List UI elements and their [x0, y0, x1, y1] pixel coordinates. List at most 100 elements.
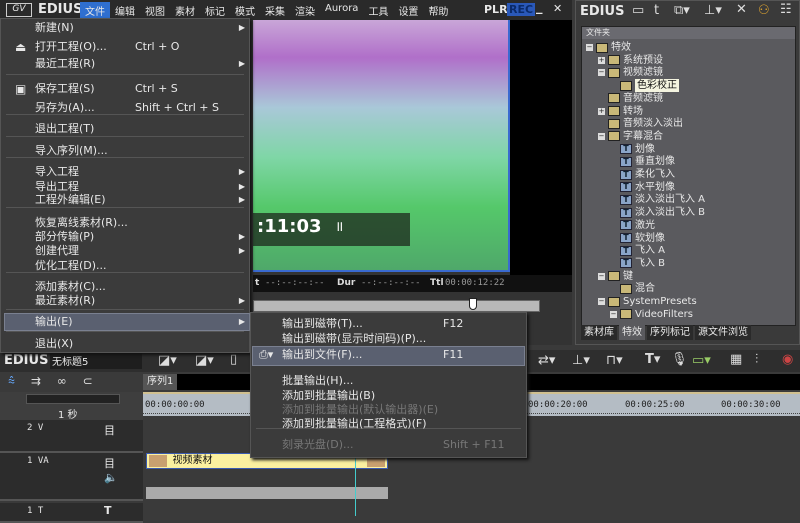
track-header-2v[interactable]: 2 V 目	[0, 420, 143, 453]
tree-item[interactable]: T 划像	[610, 143, 655, 156]
collapse-icon[interactable]: −	[610, 310, 617, 318]
minimize-button[interactable]: _	[536, 0, 543, 15]
file-menu-item[interactable]: 创建代理 ▶	[35, 243, 249, 259]
tree-item[interactable]: − 视频滤镜	[598, 66, 663, 79]
file-menu-item[interactable]: 打开工程(O)... Ctrl + O ⏏	[15, 39, 249, 55]
link-icon[interactable]: ⩯	[8, 374, 15, 388]
tree-item[interactable]: 音频淡入淡出	[598, 117, 683, 130]
grid-icon[interactable]: ▦	[730, 352, 742, 367]
collapse-icon[interactable]: −	[598, 272, 605, 280]
split-icon[interactable]: ⊥▾	[572, 353, 590, 368]
loop-icon[interactable]: ∞	[57, 374, 67, 388]
mixer-icon[interactable]: ⫶	[755, 352, 758, 367]
tree-item[interactable]: − 特效	[586, 41, 631, 54]
clip-audio[interactable]	[146, 487, 388, 499]
tree-item[interactable]: T 柔化飞入	[610, 168, 675, 181]
file-menu-item[interactable]: 最近工程(R) ▶	[35, 56, 249, 72]
menu-1[interactable]: 编辑	[110, 2, 140, 19]
panel-tab[interactable]: 特效	[619, 325, 645, 340]
file-menu-item[interactable]: 保存工程(S) Ctrl + S ▣	[15, 81, 249, 97]
file-menu-item[interactable]: 退出(X)	[35, 336, 249, 352]
menu-0[interactable]: 文件	[80, 2, 110, 19]
tree-item[interactable]: T 淡入淡出飞入 B	[610, 206, 705, 219]
file-menu-item[interactable]: 新建(N) ▶	[35, 20, 249, 36]
scrub-handle[interactable]	[469, 298, 478, 310]
speaker-icon[interactable]: 🔈	[104, 471, 118, 484]
panel-tab[interactable]: 序列标记	[647, 325, 693, 340]
menu-6[interactable]: 采集	[260, 2, 290, 19]
menu-11[interactable]: 帮助	[423, 2, 453, 19]
tree-item[interactable]: T 垂直划像	[610, 155, 675, 168]
menu-9[interactable]: 工具	[363, 2, 393, 19]
new-sequence-icon[interactable]: ▯	[230, 352, 237, 367]
scale-control[interactable]: 1 秒	[0, 392, 143, 421]
folder-view-icon[interactable]: ⧉▾	[674, 3, 690, 18]
collapse-icon[interactable]: −	[598, 132, 605, 140]
sync-icon[interactable]: ⊂	[83, 374, 93, 388]
title-icon[interactable]: T▾	[645, 352, 660, 367]
tree-item[interactable]: T 激光	[610, 219, 655, 232]
menu-5[interactable]: 模式	[230, 2, 260, 19]
file-menu-item[interactable]: 导入工程 ▶	[35, 164, 249, 180]
output-menu-item[interactable]: 添加到批量输出(工程格式)(F)	[282, 416, 526, 432]
scrub-bar[interactable]	[253, 298, 540, 312]
file-menu-item[interactable]: 工程外编辑(E) ▶	[35, 192, 249, 208]
menu-4[interactable]: 标记	[200, 2, 230, 19]
plr-button[interactable]: PLR	[484, 3, 508, 16]
collapse-icon[interactable]: −	[586, 44, 593, 51]
microphone-icon[interactable]: 🎙	[671, 352, 688, 367]
rec-button[interactable]: REC	[507, 3, 536, 16]
track-header-1va[interactable]: 1 VA 目 🔈	[0, 453, 143, 501]
tree-item[interactable]: T 飞入 A	[610, 244, 665, 257]
collapse-icon[interactable]: −	[598, 69, 605, 77]
tree-item[interactable]: T 淡入淡出飞入 A	[610, 193, 705, 206]
layout-icon[interactable]: ◪▾	[158, 353, 177, 368]
video-toggle-icon[interactable]: 目	[104, 455, 115, 471]
tree-item[interactable]: T 软划像	[610, 232, 665, 245]
collapse-icon[interactable]: −	[598, 298, 605, 305]
file-menu-item[interactable]: 输出(E) ▶	[4, 313, 250, 331]
sequence-tab[interactable]: 序列1	[143, 374, 178, 390]
up-folder-icon[interactable]: t	[654, 3, 659, 18]
close-button[interactable]: ✕	[553, 2, 562, 15]
panel-tab[interactable]: 源文件浏览	[695, 325, 751, 340]
output-menu-item[interactable]: 批量输出(H)...	[282, 373, 526, 389]
tree-item[interactable]: 色彩校正	[610, 79, 679, 93]
video-toggle-icon[interactable]: 目	[104, 422, 115, 438]
file-menu-item[interactable]: 优化工程(D)...	[35, 258, 249, 274]
tree-item[interactable]: 混合	[610, 282, 655, 295]
marker-icon[interactable]: ⊓▾	[606, 353, 623, 368]
tree-item[interactable]: 音频滤镜	[598, 92, 663, 105]
group-icon[interactable]: ⇉	[31, 374, 41, 388]
tree-item[interactable]: − VideoFilters	[610, 308, 693, 321]
ripple-icon[interactable]: ⇄▾	[538, 353, 555, 368]
import-icon[interactable]: ⊥▾	[704, 3, 722, 18]
menu-2[interactable]: 视图	[140, 2, 170, 19]
tree-item[interactable]: − SystemPresets	[598, 295, 697, 308]
vectorscope-icon[interactable]: ◉	[782, 352, 793, 367]
menu-10[interactable]: 设置	[393, 2, 423, 19]
track-header-1t[interactable]: 1 T T	[0, 503, 143, 523]
output-menu-item[interactable]: 输出到文件(F)... F11 ⎙▾	[252, 346, 525, 366]
new-folder-icon[interactable]: ▭	[632, 3, 644, 18]
output-menu-item[interactable]: 输出到磁带(显示时间码)(P)...	[282, 331, 526, 347]
tree-item[interactable]: + 转场	[598, 105, 643, 118]
tree-item[interactable]: + 系统预设	[598, 54, 663, 67]
file-menu-item[interactable]: 导入序列(M)...	[35, 143, 249, 159]
file-menu-item[interactable]: 退出工程(T)	[35, 121, 249, 137]
view-mode-icon[interactable]: ☷	[780, 2, 792, 17]
expand-icon[interactable]: +	[598, 56, 605, 64]
properties-icon[interactable]: ⚇	[758, 3, 770, 18]
output-menu-item[interactable]: 输出到磁带(T)... F12	[282, 316, 526, 332]
tree-item[interactable]: T 飞入 B	[610, 257, 665, 270]
layout2-icon[interactable]: ◪▾	[195, 353, 214, 368]
menu-3[interactable]: 素材	[170, 2, 200, 19]
menu-7[interactable]: 渲染	[290, 2, 320, 19]
menu-8[interactable]: Aurora	[320, 2, 363, 19]
scale-value[interactable]: 1 秒	[58, 406, 78, 421]
expand-icon[interactable]: +	[598, 107, 605, 115]
file-menu-item[interactable]: 最近素材(R) ▶	[35, 293, 249, 309]
tree-item[interactable]: − 键	[598, 270, 633, 283]
render-icon[interactable]: ▭▾	[692, 353, 711, 368]
file-menu-item[interactable]: 另存为(A)... Shift + Ctrl + S	[35, 100, 249, 116]
